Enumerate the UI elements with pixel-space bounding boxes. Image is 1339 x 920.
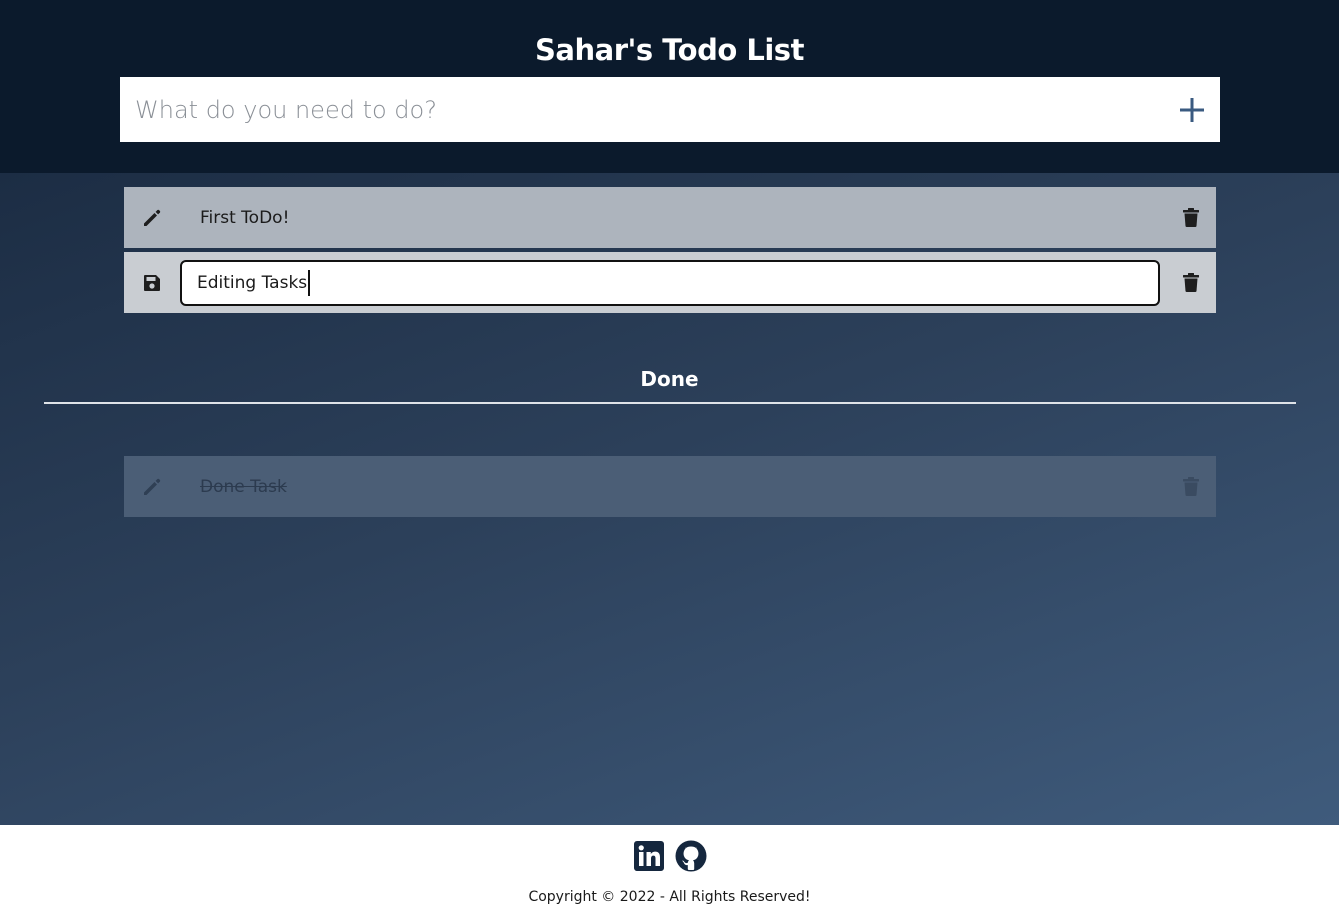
edit-todo-input[interactable]: Editing Tasks bbox=[180, 259, 1160, 306]
page-title: Sahar's Todo List bbox=[535, 33, 804, 67]
delete-button[interactable] bbox=[1166, 456, 1216, 517]
done-divider bbox=[44, 402, 1296, 404]
todo-item: First ToDo! bbox=[124, 187, 1216, 248]
app-footer: Copyright © 2022 - All Rights Reserved! bbox=[0, 825, 1339, 920]
delete-button[interactable] bbox=[1166, 187, 1216, 248]
app-header: Sahar's Todo List bbox=[0, 0, 1339, 173]
new-todo-input[interactable] bbox=[120, 77, 1164, 142]
social-links bbox=[0, 840, 1339, 872]
done-item: Done Task bbox=[124, 456, 1216, 517]
todo-item-editing: Editing Tasks bbox=[124, 252, 1216, 313]
trash-icon bbox=[1183, 273, 1199, 292]
save-icon bbox=[144, 274, 160, 291]
text-caret bbox=[308, 269, 310, 296]
delete-button[interactable] bbox=[1166, 252, 1216, 313]
github-link[interactable] bbox=[675, 840, 707, 872]
plus-icon bbox=[1180, 97, 1204, 122]
pencil-icon bbox=[144, 209, 161, 226]
pencil-icon bbox=[144, 478, 161, 495]
done-item-text: Done Task bbox=[200, 476, 287, 497]
linkedin-icon bbox=[633, 841, 664, 871]
done-heading: Done bbox=[640, 367, 699, 391]
linkedin-link[interactable] bbox=[633, 840, 665, 872]
trash-icon bbox=[1183, 477, 1199, 496]
copyright-text: Copyright © 2022 - All Rights Reserved! bbox=[528, 889, 811, 905]
edit-button[interactable] bbox=[124, 456, 180, 517]
save-button[interactable] bbox=[124, 252, 180, 313]
edit-todo-value: Editing Tasks bbox=[197, 272, 308, 293]
new-todo-bar bbox=[120, 77, 1220, 142]
add-todo-button[interactable] bbox=[1164, 77, 1220, 142]
edit-button[interactable] bbox=[124, 187, 180, 248]
todo-text: First ToDo! bbox=[200, 207, 290, 228]
github-icon bbox=[675, 840, 706, 872]
trash-icon bbox=[1183, 208, 1199, 227]
